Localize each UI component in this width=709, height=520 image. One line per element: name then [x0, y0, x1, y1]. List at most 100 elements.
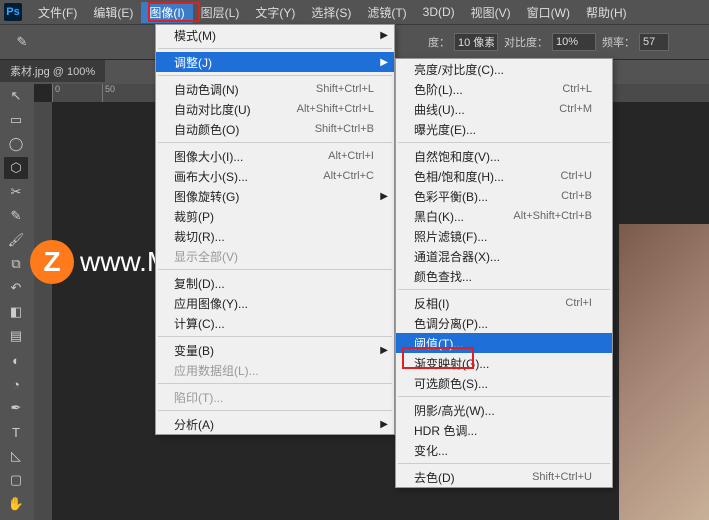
menu-trap: 陷印(T)... [156, 387, 394, 407]
path-tool-icon[interactable]: ◺ [4, 445, 28, 467]
menu-filter[interactable]: 滤镜(T) [359, 2, 414, 23]
adjustments-submenu: 亮度/对比度(C)... 色阶(L)...Ctrl+L 曲线(U)...Ctrl… [395, 58, 613, 488]
type-tool-icon[interactable]: T [4, 421, 28, 443]
eyedropper-tool-icon[interactable]: ✎ [4, 205, 28, 227]
menu-separator [158, 383, 392, 384]
menu-adjustments[interactable]: 调整(J)▶ [156, 52, 394, 72]
chevron-right-icon: ▶ [380, 345, 388, 356]
image-menu-dropdown: 模式(M)▶ 调整(J)▶ 自动色调(N)Shift+Ctrl+L 自动对比度(… [155, 24, 395, 435]
adj-black-white[interactable]: 黑白(K)...Alt+Shift+Ctrl+B [396, 206, 612, 226]
menu-layer[interactable]: 图层(L) [193, 2, 248, 23]
brush-tool-icon[interactable]: 🖌 [4, 229, 28, 251]
adj-hdr-toning[interactable]: HDR 色调... [396, 420, 612, 440]
chevron-right-icon: ▶ [380, 57, 388, 68]
document-image [619, 224, 709, 520]
menu-image-size[interactable]: 图像大小(I)...Alt+Ctrl+I [156, 146, 394, 166]
adj-curves[interactable]: 曲线(U)...Ctrl+M [396, 99, 612, 119]
menu-auto-tone[interactable]: 自动色调(N)Shift+Ctrl+L [156, 79, 394, 99]
ratio-label: 度： [428, 34, 450, 50]
contrast-input[interactable] [552, 33, 596, 51]
pen-tool-icon[interactable]: ✒ [4, 397, 28, 419]
menu-analysis[interactable]: 分析(A)▶ [156, 414, 394, 434]
menu-apply-image[interactable]: 应用图像(Y)... [156, 293, 394, 313]
menu-type[interactable]: 文字(Y) [247, 2, 303, 23]
move-tool-icon[interactable]: ↖ [4, 85, 28, 107]
menu-edit[interactable]: 编辑(E) [85, 2, 141, 23]
chevron-right-icon: ▶ [380, 30, 388, 41]
ratio-input[interactable] [454, 33, 498, 51]
adj-hue-saturation[interactable]: 色相/饱和度(H)...Ctrl+U [396, 166, 612, 186]
menu-duplicate[interactable]: 复制(D)... [156, 273, 394, 293]
ruler-tick: 50 [102, 84, 152, 102]
menu-variables[interactable]: 变量(B)▶ [156, 340, 394, 360]
adj-variations[interactable]: 变化... [396, 440, 612, 460]
ruler-tick: 0 [52, 84, 102, 102]
menu-separator [158, 75, 392, 76]
adj-posterize[interactable]: 色调分离(P)... [396, 313, 612, 333]
adj-levels[interactable]: 色阶(L)...Ctrl+L [396, 79, 612, 99]
menu-separator [398, 289, 610, 290]
menu-reveal-all[interactable]: 显示全部(V) [156, 246, 394, 266]
adj-channel-mixer[interactable]: 通道混合器(X)... [396, 246, 612, 266]
menu-view[interactable]: 视图(V) [463, 2, 519, 23]
eraser-tool-icon[interactable]: ◧ [4, 301, 28, 323]
ps-logo: Ps [4, 3, 22, 21]
lasso-tool-icon[interactable]: ◯ [4, 133, 28, 155]
menubar: Ps 文件(F) 编辑(E) 图像(I) 图层(L) 文字(Y) 选择(S) 滤… [0, 0, 709, 24]
marquee-tool-icon[interactable]: ▭ [4, 109, 28, 131]
menu-apply-data-set: 应用数据组(L)... [156, 360, 394, 380]
menu-3d[interactable]: 3D(D) [415, 3, 463, 21]
adj-selective-color[interactable]: 可选颜色(S)... [396, 373, 612, 393]
hand-tool-icon[interactable]: ✋ [4, 493, 28, 515]
menu-window[interactable]: 窗口(W) [519, 2, 578, 23]
adj-photo-filter[interactable]: 照片滤镜(F)... [396, 226, 612, 246]
adj-color-balance[interactable]: 色彩平衡(B)...Ctrl+B [396, 186, 612, 206]
adj-color-lookup[interactable]: 颜色查找... [396, 266, 612, 286]
crop-tool-icon[interactable]: ✂ [4, 181, 28, 203]
adj-threshold[interactable]: 阈值(T)... [396, 333, 612, 353]
adj-shadows-highlights[interactable]: 阴影/高光(W)... [396, 400, 612, 420]
menu-file[interactable]: 文件(F) [30, 2, 85, 23]
ruler-vertical [34, 102, 52, 520]
tools-panel: ↖ ▭ ◯ ⬡ ✂ ✎ 🖌 ⧉ ↶ ◧ ▤ ◐ ◔ ✒ T ◺ ▢ ✋ [2, 84, 30, 516]
menu-separator [398, 142, 610, 143]
menu-auto-contrast[interactable]: 自动对比度(U)Alt+Shift+Ctrl+L [156, 99, 394, 119]
adj-gradient-map[interactable]: 渐变映射(G)... [396, 353, 612, 373]
menu-separator [398, 396, 610, 397]
adj-desaturate[interactable]: 去色(D)Shift+Ctrl+U [396, 467, 612, 487]
document-tab[interactable]: 素材.jpg @ 100% [0, 60, 105, 82]
menu-separator [158, 410, 392, 411]
menu-canvas-size[interactable]: 画布大小(S)...Alt+Ctrl+C [156, 166, 394, 186]
adj-invert[interactable]: 反相(I)Ctrl+I [396, 293, 612, 313]
adj-brightness-contrast[interactable]: 亮度/对比度(C)... [396, 59, 612, 79]
menu-separator [158, 48, 392, 49]
adj-vibrance[interactable]: 自然饱和度(V)... [396, 146, 612, 166]
contrast-label: 对比度： [504, 34, 548, 50]
freq-label: 频率： [602, 34, 635, 50]
history-brush-icon[interactable]: ↶ [4, 277, 28, 299]
menu-help[interactable]: 帮助(H) [578, 2, 635, 23]
chevron-right-icon: ▶ [380, 419, 388, 430]
gradient-tool-icon[interactable]: ▤ [4, 325, 28, 347]
lasso-icon: ✎ [10, 31, 34, 53]
menu-select[interactable]: 选择(S) [303, 2, 359, 23]
freq-input[interactable] [639, 33, 669, 51]
menu-mode[interactable]: 模式(M)▶ [156, 25, 394, 45]
menu-image[interactable]: 图像(I) [141, 2, 192, 23]
menu-calculations[interactable]: 计算(C)... [156, 313, 394, 333]
menu-trim[interactable]: 裁切(R)... [156, 226, 394, 246]
magnetic-lasso-tool-icon[interactable]: ⬡ [4, 157, 28, 179]
stamp-tool-icon[interactable]: ⧉ [4, 253, 28, 275]
chevron-right-icon: ▶ [380, 191, 388, 202]
blur-tool-icon[interactable]: ◐ [4, 349, 28, 371]
watermark-logo-icon: Z [30, 240, 74, 284]
menu-separator [158, 269, 392, 270]
adj-exposure[interactable]: 曝光度(E)... [396, 119, 612, 139]
menu-crop[interactable]: 裁剪(P) [156, 206, 394, 226]
menu-separator [398, 463, 610, 464]
menu-auto-color[interactable]: 自动颜色(O)Shift+Ctrl+B [156, 119, 394, 139]
menu-separator [158, 336, 392, 337]
menu-image-rotation[interactable]: 图像旋转(G)▶ [156, 186, 394, 206]
shape-tool-icon[interactable]: ▢ [4, 469, 28, 491]
dodge-tool-icon[interactable]: ◔ [4, 373, 28, 395]
